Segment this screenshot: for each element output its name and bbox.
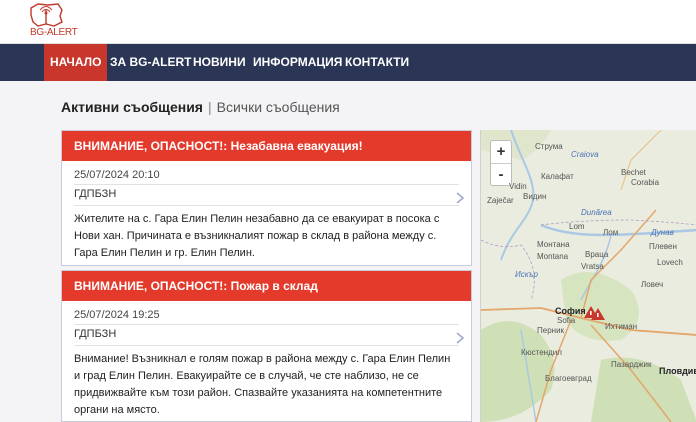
alert-body: Жителите на с. Гара Елин Пелин незабавно… <box>74 213 440 259</box>
alert-source: ГДПБЗН <box>74 188 117 200</box>
map-label: Sofia <box>557 316 576 325</box>
map-label: София <box>555 306 586 316</box>
map-label: Lom <box>569 222 585 231</box>
map-label: Dunărea <box>581 208 612 217</box>
map-label: Vratsa <box>581 262 604 271</box>
alert-title: ВНИМАНИЕ, ОПАСНОСТ!: Пожар в склад <box>62 271 471 301</box>
alert-title: ВНИМАНИЕ, ОПАСНОСТ!: Незабавна евакуация… <box>62 131 471 161</box>
zoom-in-button[interactable]: + <box>491 141 511 163</box>
tab-divider: | <box>207 99 212 115</box>
map-label: Калафат <box>541 172 574 181</box>
map-label: Искър <box>515 270 538 279</box>
alert-map[interactable]: + - Струма Craiova Zaječar Vidin Видин К… <box>480 130 696 422</box>
map-label: Благоевград <box>545 374 592 383</box>
alert-datetime: 25/07/2024 19:25 <box>74 309 160 321</box>
nav-item-home[interactable]: НАЧАЛО <box>44 44 108 81</box>
alert-card[interactable]: ВНИМАНИЕ, ОПАСНОСТ!: Пожар в склад 25/07… <box>61 270 472 422</box>
alert-body: Внимание! Възникнал е голям пожар в райо… <box>74 353 451 416</box>
alert-datetime: 25/07/2024 20:10 <box>74 169 160 181</box>
divider <box>74 205 459 206</box>
top-header: BG-ALERT <box>0 0 696 44</box>
map-label: Кюстендил <box>521 348 562 357</box>
map-zoom-control: + - <box>490 140 512 186</box>
nav-item-contacts[interactable]: КОНТАКТИ <box>345 44 409 81</box>
alert-source: ГДПБЗН <box>74 328 117 340</box>
map-label: Перник <box>537 326 565 335</box>
chevron-right-icon[interactable] <box>455 332 465 344</box>
map-label: Corabia <box>631 178 660 187</box>
divider <box>74 184 459 185</box>
map-label: Монтана <box>537 240 570 249</box>
map-label: Лом <box>603 228 619 237</box>
logo-text: BG-ALERT <box>30 27 78 38</box>
map-label: Ловеч <box>641 280 664 289</box>
message-tabs: Активни съобщения | Всички съобщения <box>61 99 340 115</box>
main-nav: НАЧАЛО ЗА BG-ALERT НОВИНИ ИНФОРМАЦИЯ КОН… <box>0 44 696 81</box>
map-label: Видин <box>523 192 547 201</box>
map-label: Vidin <box>509 182 527 191</box>
map-label: Craiova <box>571 150 599 159</box>
zoom-out-button[interactable]: - <box>491 163 511 185</box>
nav-item-news[interactable]: НОВИНИ <box>193 44 246 81</box>
map-label: Zaječar <box>487 196 514 205</box>
map-label: Враца <box>585 250 609 259</box>
map-label: Lovech <box>657 258 683 267</box>
alert-card[interactable]: ВНИМАНИЕ, ОПАСНОСТ!: Незабавна евакуация… <box>61 130 472 266</box>
map-label: Bechet <box>621 168 646 177</box>
map-label: Дунав <box>651 228 674 237</box>
map-label: Montana <box>537 252 569 261</box>
map-label: Струма <box>535 142 563 151</box>
map-label: Пазарджик <box>611 360 652 369</box>
map-label: Плевен <box>649 242 677 251</box>
nav-item-about[interactable]: ЗА BG-ALERT <box>110 44 192 81</box>
divider <box>74 324 459 325</box>
chevron-right-icon[interactable] <box>455 192 465 204</box>
map-label: Ихтиман <box>605 322 638 331</box>
map-label: Пловдив <box>659 366 696 376</box>
nav-item-information[interactable]: ИНФОРМАЦИЯ <box>253 44 342 81</box>
tab-active-messages[interactable]: Активни съобщения <box>61 99 203 115</box>
tab-all-messages[interactable]: Всички съобщения <box>217 99 340 115</box>
divider <box>74 345 459 346</box>
